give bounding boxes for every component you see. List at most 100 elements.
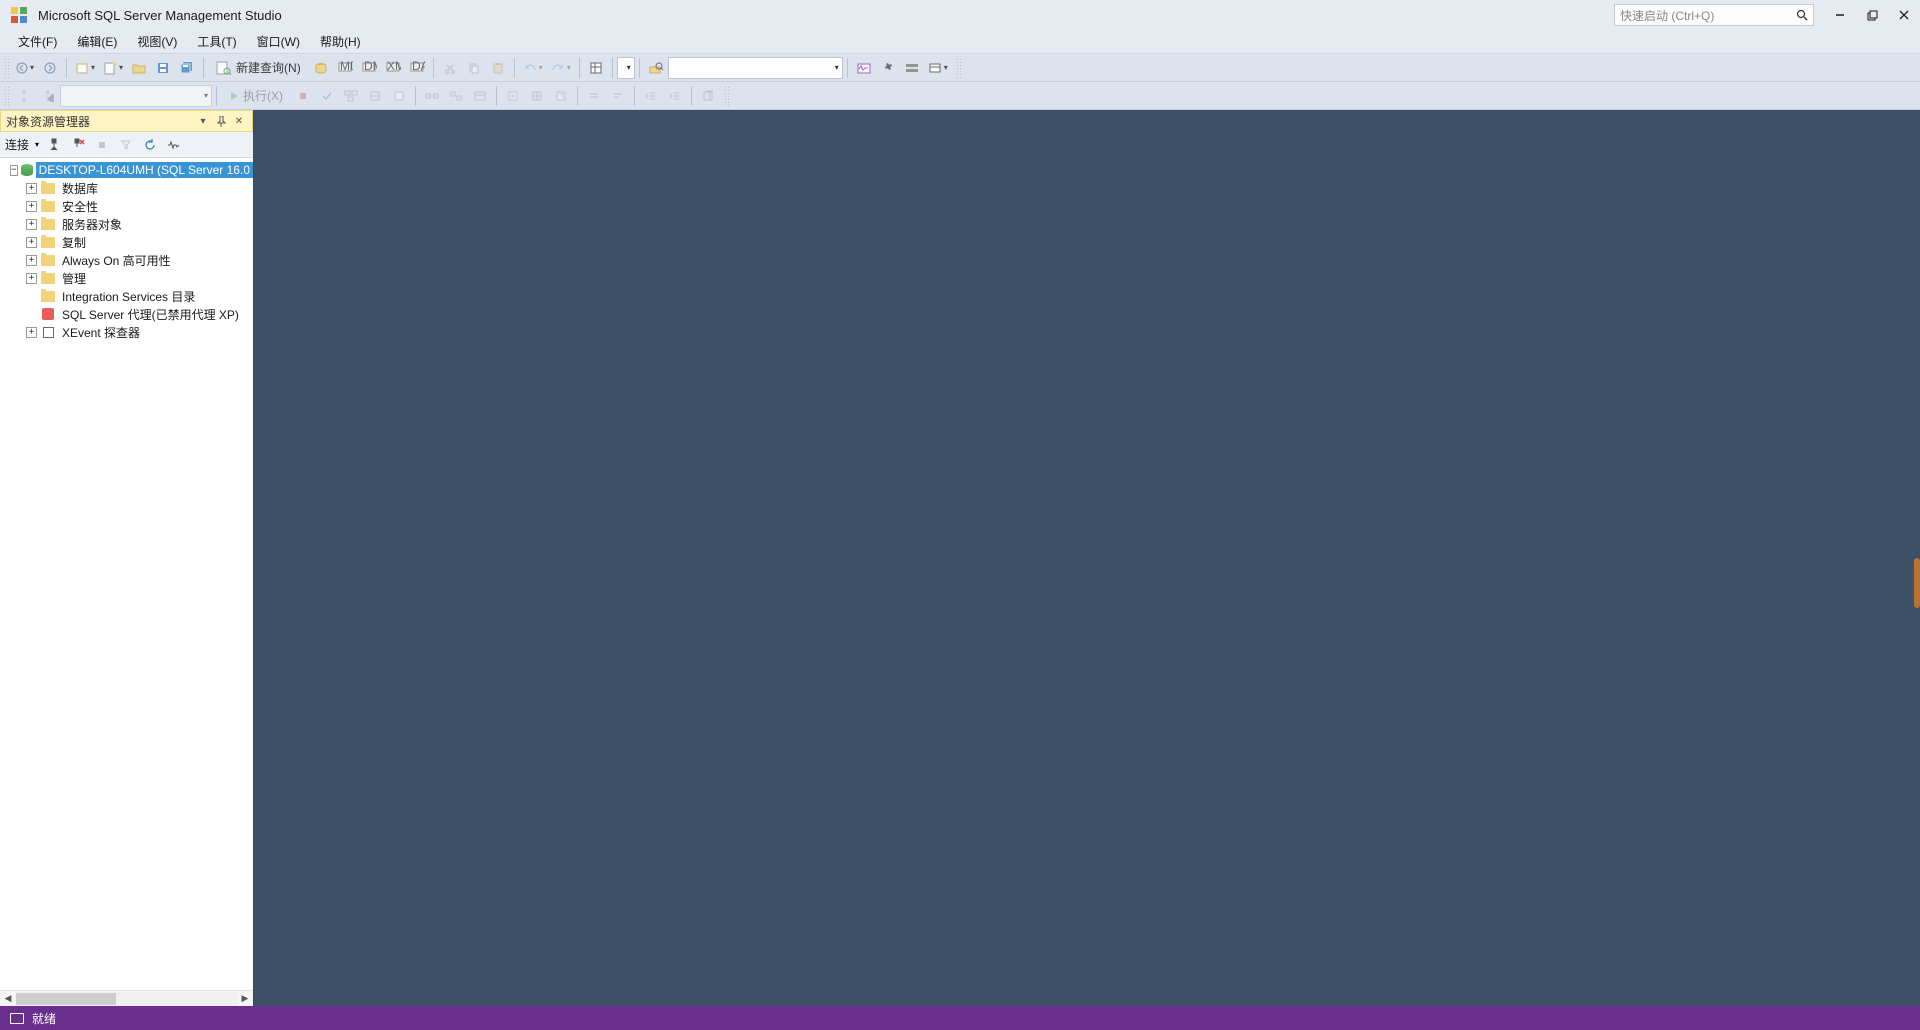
cut-button[interactable]	[439, 57, 461, 79]
query-options-button[interactable]	[364, 85, 386, 107]
maximize-button[interactable]	[1856, 0, 1888, 30]
toolbar-grip-3[interactable]	[4, 86, 10, 106]
tree-node-replication[interactable]: + 复制	[0, 233, 253, 251]
increase-indent-button[interactable]	[664, 85, 686, 107]
horizontal-scrollbar[interactable]: ◀ ▶	[0, 990, 253, 1006]
tools-options-button[interactable]	[877, 57, 899, 79]
properties-button[interactable]	[585, 57, 607, 79]
new-item-button[interactable]: ▾	[100, 57, 126, 79]
execute-label: 执行(X)	[243, 87, 283, 104]
toolbar-grip[interactable]	[4, 58, 10, 78]
activity-button[interactable]	[165, 136, 183, 154]
tree-node-server-objects[interactable]: + 服务器对象	[0, 215, 253, 233]
activity-monitor-button[interactable]	[853, 57, 875, 79]
xevent-icon	[40, 325, 56, 339]
scroll-track[interactable]	[16, 992, 237, 1006]
specify-template-button[interactable]: T	[697, 85, 719, 107]
stop-button[interactable]	[93, 136, 111, 154]
include-live-stats-button[interactable]	[445, 85, 467, 107]
toolbar-grip-4[interactable]	[724, 86, 730, 106]
quick-launch-input[interactable]: 快速启动 (Ctrl+Q)	[1614, 4, 1814, 26]
expand-icon[interactable]: +	[26, 183, 37, 194]
parse-button[interactable]	[316, 85, 338, 107]
solution-config-combo[interactable]: ▾	[617, 57, 635, 79]
include-client-stats-button[interactable]	[469, 85, 491, 107]
nav-back-button[interactable]: ▾	[13, 57, 37, 79]
results-to-file-button[interactable]	[550, 85, 572, 107]
comment-button[interactable]	[583, 85, 605, 107]
status-icon	[10, 1013, 24, 1024]
redo-button[interactable]: ▾	[548, 57, 574, 79]
server-label: DESKTOP-L604UMH (SQL Server 16.0	[36, 162, 253, 178]
refresh-button[interactable]	[141, 136, 159, 154]
template-browser-button[interactable]: ▾	[925, 57, 951, 79]
new-project-button[interactable]: ▾	[72, 57, 98, 79]
filter-button[interactable]	[117, 136, 135, 154]
dmx-query-button[interactable]: DMX	[358, 57, 380, 79]
scroll-right-icon[interactable]: ▶	[237, 993, 253, 1004]
search-icon	[1796, 9, 1808, 21]
find-combo[interactable]: ▾	[668, 57, 843, 79]
expand-icon[interactable]: +	[26, 237, 37, 248]
scroll-thumb[interactable]	[16, 993, 116, 1005]
window-position-button[interactable]: ▾	[195, 113, 211, 129]
nav-forward-button[interactable]	[39, 57, 61, 79]
intellisense-button[interactable]	[388, 85, 410, 107]
object-explorer-tree[interactable]: − DESKTOP-L604UMH (SQL Server 16.0 + 数据库…	[0, 158, 253, 990]
toolbar-grip-2[interactable]	[956, 58, 962, 78]
close-button[interactable]	[1888, 0, 1920, 30]
change-connection-button[interactable]	[13, 85, 35, 107]
pin-button[interactable]	[213, 113, 229, 129]
xmla-query-button[interactable]: XMLA	[382, 57, 404, 79]
menu-tools[interactable]: 工具(T)	[187, 30, 246, 53]
menu-edit[interactable]: 编辑(E)	[67, 30, 127, 53]
paste-button[interactable]	[487, 57, 509, 79]
open-file-button[interactable]	[128, 57, 150, 79]
results-to-grid-button[interactable]	[526, 85, 548, 107]
database-engine-query-button[interactable]	[310, 57, 332, 79]
minimize-button[interactable]	[1824, 0, 1856, 30]
menu-file[interactable]: 文件(F)	[8, 30, 67, 53]
mdx-query-button[interactable]: MDX	[334, 57, 356, 79]
connect-label[interactable]: 连接	[5, 136, 29, 153]
cancel-query-button[interactable]	[292, 85, 314, 107]
registered-servers-button[interactable]	[901, 57, 923, 79]
collapse-icon[interactable]: −	[10, 165, 18, 176]
dax-query-button[interactable]: DAX	[406, 57, 428, 79]
tree-node-management[interactable]: + 管理	[0, 269, 253, 287]
uncomment-button[interactable]	[607, 85, 629, 107]
estimated-plan-button[interactable]	[340, 85, 362, 107]
expand-icon[interactable]: +	[26, 201, 37, 212]
menu-help[interactable]: 帮助(H)	[310, 30, 371, 53]
tree-node-security[interactable]: + 安全性	[0, 197, 253, 215]
save-button[interactable]	[152, 57, 174, 79]
tree-node-databases[interactable]: + 数据库	[0, 179, 253, 197]
expand-icon[interactable]: +	[26, 273, 37, 284]
new-query-button[interactable]: 新建查询(N)	[209, 57, 308, 79]
disconnect-button[interactable]	[69, 136, 87, 154]
find-button[interactable]	[645, 57, 667, 79]
expand-icon[interactable]: +	[26, 327, 37, 338]
database-combo[interactable]: ▾	[60, 85, 212, 107]
connect-object-explorer-button[interactable]	[45, 136, 63, 154]
tree-node-integration-services[interactable]: Integration Services 目录	[0, 287, 253, 305]
tree-node-server[interactable]: − DESKTOP-L604UMH (SQL Server 16.0	[0, 161, 253, 179]
menu-window[interactable]: 窗口(W)	[247, 30, 310, 53]
tree-node-xevent[interactable]: + XEvent 探查器	[0, 323, 253, 341]
copy-button[interactable]	[463, 57, 485, 79]
tree-node-sql-agent[interactable]: SQL Server 代理(已禁用代理 XP)	[0, 305, 253, 323]
expand-icon[interactable]: +	[26, 255, 37, 266]
undo-button[interactable]: ▾	[520, 57, 546, 79]
menu-view[interactable]: 视图(V)	[127, 30, 187, 53]
collapsed-panel-handle[interactable]	[1914, 558, 1920, 608]
expand-icon[interactable]: +	[26, 219, 37, 230]
close-panel-button[interactable]: ✕	[231, 113, 247, 129]
execute-button[interactable]: 执行(X)	[222, 85, 290, 107]
app-title: Microsoft SQL Server Management Studio	[38, 8, 1614, 23]
decrease-indent-button[interactable]	[640, 85, 662, 107]
scroll-left-icon[interactable]: ◀	[0, 993, 16, 1004]
include-plan-button[interactable]	[421, 85, 443, 107]
save-all-button[interactable]	[176, 57, 198, 79]
tree-node-always-on[interactable]: + Always On 高可用性	[0, 251, 253, 269]
results-to-text-button[interactable]	[502, 85, 524, 107]
